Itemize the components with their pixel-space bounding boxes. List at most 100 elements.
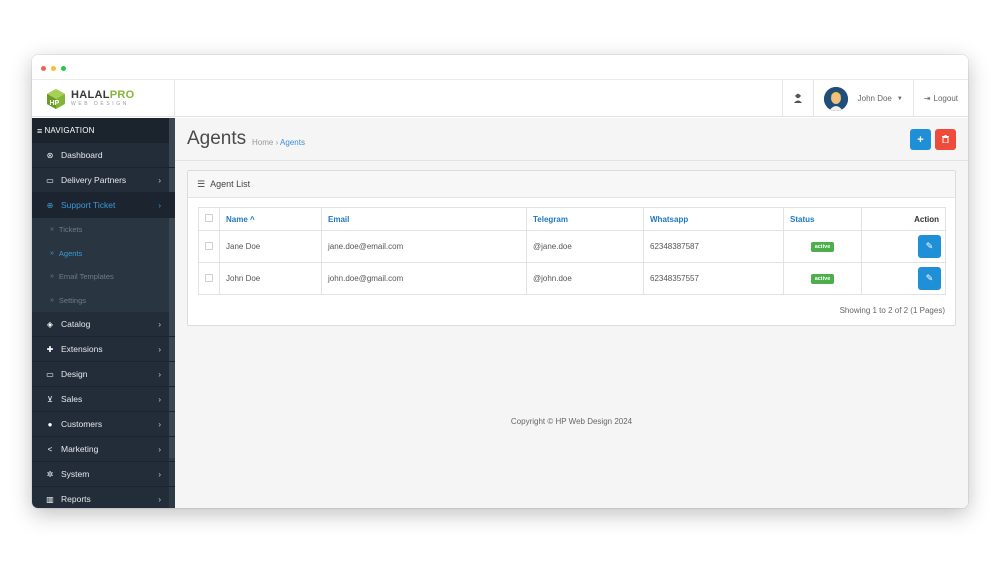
double-angle-right-icon: »: [50, 296, 54, 304]
sidebar-item-label: Design: [61, 369, 88, 379]
user-name: John Doe: [857, 94, 892, 103]
page-header: Agents Home › Agents +: [175, 118, 968, 161]
agent-email: jane.doe@email.com: [321, 230, 527, 263]
share-icon: <: [47, 444, 53, 454]
breadcrumb-separator: ›: [275, 138, 279, 147]
chevron-right-icon: ›: [158, 444, 161, 454]
delete-button[interactable]: [935, 129, 956, 150]
chevron-right-icon: ›: [158, 200, 161, 210]
agent-action-cell: ✎: [861, 262, 946, 295]
top-header: HP HALALPRO WEB DESIGN John Doe ▼ ⇥ Logo…: [32, 80, 968, 117]
agent-name: Jane Doe: [219, 230, 322, 263]
monitor-icon: ▭: [46, 369, 54, 379]
row-select-cell: [198, 262, 220, 295]
sidebar-item-label: Reports: [61, 494, 91, 504]
chevron-down-icon: ▼: [896, 95, 903, 102]
table-row: John Doe john.doe@gmail.com @john.doe 62…: [198, 262, 946, 295]
column-name[interactable]: Name ^: [219, 207, 322, 231]
sidebar-item-dashboard[interactable]: ⊛ Dashboard: [32, 143, 175, 168]
cart-icon: ⊻: [47, 394, 53, 404]
sidebar-item-label: Sales: [61, 394, 83, 404]
status-badge: active: [810, 274, 835, 284]
user-dropdown[interactable]: John Doe ▼: [812, 80, 913, 117]
sidebar-item-reports[interactable]: ▥ Reports ›: [32, 487, 175, 508]
minimize-window-dot[interactable]: [51, 66, 56, 71]
navigation-header[interactable]: ≡ NAVIGATION: [32, 118, 175, 143]
sidebar-subitem-label: Agents: [58, 248, 83, 258]
sidebar-subitem-agents[interactable]: » Agents: [32, 241, 175, 265]
edit-button[interactable]: ✎: [918, 267, 941, 290]
sidebar-item-label: Dashboard: [61, 150, 103, 160]
double-angle-right-icon: »: [50, 273, 54, 281]
sidebar-item-marketing[interactable]: < Marketing ›: [32, 437, 175, 462]
sidebar-item-catalog[interactable]: ◈ Catalog ›: [32, 312, 175, 337]
breadcrumb-home[interactable]: Home: [252, 138, 273, 147]
sidebar-subitem-settings[interactable]: » Settings: [32, 288, 175, 312]
select-all-cell: [198, 207, 220, 231]
sidebar-item-extensions[interactable]: ✚ Extensions ›: [32, 337, 175, 362]
edit-button[interactable]: ✎: [918, 235, 941, 258]
sidebar-item-label: System: [61, 469, 90, 479]
sidebar-subitem-tickets[interactable]: » Tickets: [32, 218, 175, 242]
agent-email: john.doe@gmail.com: [321, 262, 527, 295]
sign-out-icon: ⇥: [923, 94, 931, 103]
chevron-right-icon: ›: [158, 344, 161, 354]
logo-hexagon-icon: HP: [45, 88, 67, 110]
credit-card-icon: ▭: [46, 175, 54, 185]
chevron-right-icon: ›: [158, 494, 161, 504]
tags-icon: ◈: [46, 319, 54, 329]
agent-action-cell: ✎: [861, 230, 946, 263]
column-status[interactable]: Status: [783, 207, 862, 231]
column-whatsapp[interactable]: Whatsapp: [643, 207, 784, 231]
maximize-window-dot[interactable]: [61, 66, 66, 71]
navigation-header-label: NAVIGATION: [44, 126, 95, 135]
list-icon: ☰: [197, 178, 206, 189]
avatar: [823, 86, 848, 111]
sidebar-navigation: ≡ NAVIGATION ⊛ Dashboard ▭ Delivery Part…: [32, 118, 175, 508]
chevron-right-icon: ›: [158, 369, 161, 379]
brand-logo[interactable]: HP HALALPRO WEB DESIGN: [32, 80, 175, 117]
user-switch-button[interactable]: [781, 80, 813, 117]
sidebar-item-system[interactable]: ✲ System ›: [32, 462, 175, 487]
sidebar-item-label: Support Ticket: [61, 200, 116, 210]
breadcrumb: Home › Agents: [252, 138, 305, 147]
panel-title: Agent List: [210, 179, 251, 189]
plus-icon: +: [917, 133, 924, 146]
sidebar-subitem-email-templates[interactable]: » Email Templates: [32, 265, 175, 289]
sidebar-item-customers[interactable]: ● Customers ›: [32, 412, 175, 437]
trash-icon: [942, 134, 949, 145]
sidebar-item-sales[interactable]: ⊻ Sales ›: [32, 387, 175, 412]
sidebar-item-label: Catalog: [61, 319, 91, 329]
logout-link[interactable]: ⇥ Logout: [912, 80, 968, 117]
close-window-dot[interactable]: [41, 66, 46, 71]
select-all-checkbox[interactable]: [205, 214, 213, 222]
breadcrumb-current[interactable]: Agents: [280, 138, 305, 147]
user-secret-icon: [793, 93, 803, 105]
chevron-right-icon: ›: [158, 175, 161, 185]
sidebar-subitem-label: Settings: [58, 295, 87, 305]
agent-telegram: @jane.doe: [526, 230, 644, 263]
table-row: Jane Doe jane.doe@email.com @jane.doe 62…: [198, 230, 946, 263]
sidebar-item-design[interactable]: ▭ Design ›: [32, 362, 175, 387]
dashboard-icon: ⊛: [46, 150, 54, 160]
logout-label: Logout: [933, 94, 958, 103]
chevron-right-icon: ›: [158, 319, 161, 329]
sidebar-item-label: Marketing: [61, 444, 99, 454]
row-checkbox[interactable]: [205, 241, 213, 250]
agent-whatsapp: 62348357557: [643, 262, 784, 295]
agent-name: John Doe: [219, 262, 322, 295]
chevron-right-icon: ›: [158, 394, 161, 404]
sidebar-item-delivery-partners[interactable]: ▭ Delivery Partners ›: [32, 168, 175, 193]
main-content: Agents Home › Agents + ☰ Agent List Name…: [175, 118, 968, 508]
column-email[interactable]: Email: [321, 207, 527, 231]
window-titlebar: [32, 55, 968, 80]
add-agent-button[interactable]: +: [910, 129, 931, 150]
brand-tagline: WEB DESIGN: [71, 101, 129, 107]
sidebar-item-label: Extensions: [61, 344, 103, 354]
column-telegram[interactable]: Telegram: [526, 207, 644, 231]
user-menu-area: John Doe ▼ ⇥ Logout: [781, 80, 968, 117]
puzzle-icon: ✚: [46, 344, 54, 354]
row-checkbox[interactable]: [205, 273, 213, 282]
row-select-cell: [198, 230, 220, 263]
sidebar-item-support-ticket[interactable]: ⊕ Support Ticket ›: [32, 193, 175, 218]
